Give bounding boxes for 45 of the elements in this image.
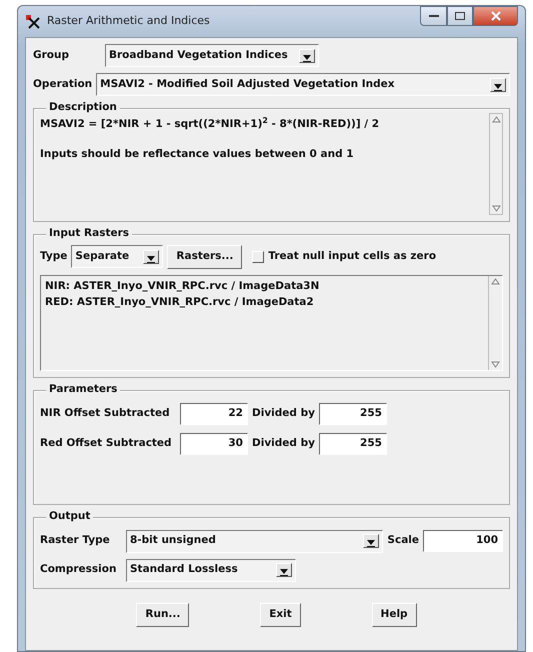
close-button[interactable]: [473, 6, 518, 26]
field-label: Divided by: [252, 436, 315, 451]
number-field[interactable]: 100: [423, 530, 503, 552]
field-label: Group: [33, 48, 70, 63]
field-label: Compression: [40, 562, 118, 578]
dropdown[interactable]: 8-bit unsigned: [126, 530, 384, 553]
description-text: MSAVI2 = [2*NIR + 1 - sqrt((2*NIR+1)$^{2}$ - 8*(NIR-RED))] / 2: [40, 117, 380, 132]
field-label: Scale: [387, 533, 419, 548]
rasters-button[interactable]: Rasters...: [167, 245, 242, 269]
field-label: Type: [40, 249, 68, 264]
number-field[interactable]: 255: [318, 402, 387, 425]
maximize-button[interactable]: [447, 6, 473, 26]
list-item[interactable]: RED: ASTER_Inyo_VNIR_RPC.rvc / ImageData2: [45, 294, 320, 310]
dropdown[interactable]: Standard Lossless: [126, 558, 296, 582]
scrollbar[interactable]: [488, 276, 502, 370]
number-field[interactable]: 255: [318, 432, 387, 455]
dropdown[interactable]: Separate: [71, 245, 164, 268]
scroll-down-icon[interactable]: [492, 205, 500, 212]
window-title: Raster Arithmetic and Indices: [47, 13, 210, 30]
number-field[interactable]: 30: [180, 432, 248, 455]
field-label: Raster Type: [40, 533, 111, 548]
minimize-button[interactable]: [420, 6, 447, 26]
field-label: Red Offset Subtracted: [40, 436, 173, 451]
dropdown[interactable]: Broadband Vegetation Indices: [105, 44, 319, 67]
scroll-up-icon[interactable]: [492, 116, 500, 123]
list-item[interactable]: NIR: ASTER_Inyo_VNIR_RPC.rvc / ImageData3N: [45, 278, 320, 294]
field-label: Operation: [33, 76, 92, 92]
scroll-up-icon[interactable]: [491, 278, 500, 285]
action-button[interactable]: Exit: [260, 602, 301, 626]
scrollbar[interactable]: [489, 113, 503, 215]
close-icon: [490, 11, 500, 21]
description-text: Inputs should be reflectance values between 0 and 1: [40, 146, 355, 162]
dropdown[interactable]: MSAVI2 - Modified Soil Adjusted Vegetation Index: [96, 73, 510, 96]
field-label: Divided by: [252, 406, 315, 421]
action-button[interactable]: Run...: [136, 602, 190, 626]
minimize-icon: [428, 14, 438, 18]
action-button[interactable]: Help: [372, 602, 417, 626]
checkbox-label: Treat null input cells as zero: [268, 249, 436, 264]
group-title: Output: [46, 508, 94, 524]
field-label: NIR Offset Subtracted: [40, 406, 171, 421]
number-field[interactable]: 22: [180, 402, 248, 425]
checkbox[interactable]: [252, 250, 264, 263]
scroll-down-icon[interactable]: [491, 360, 500, 368]
maximize-icon: [455, 12, 465, 20]
app-icon: [25, 14, 41, 30]
